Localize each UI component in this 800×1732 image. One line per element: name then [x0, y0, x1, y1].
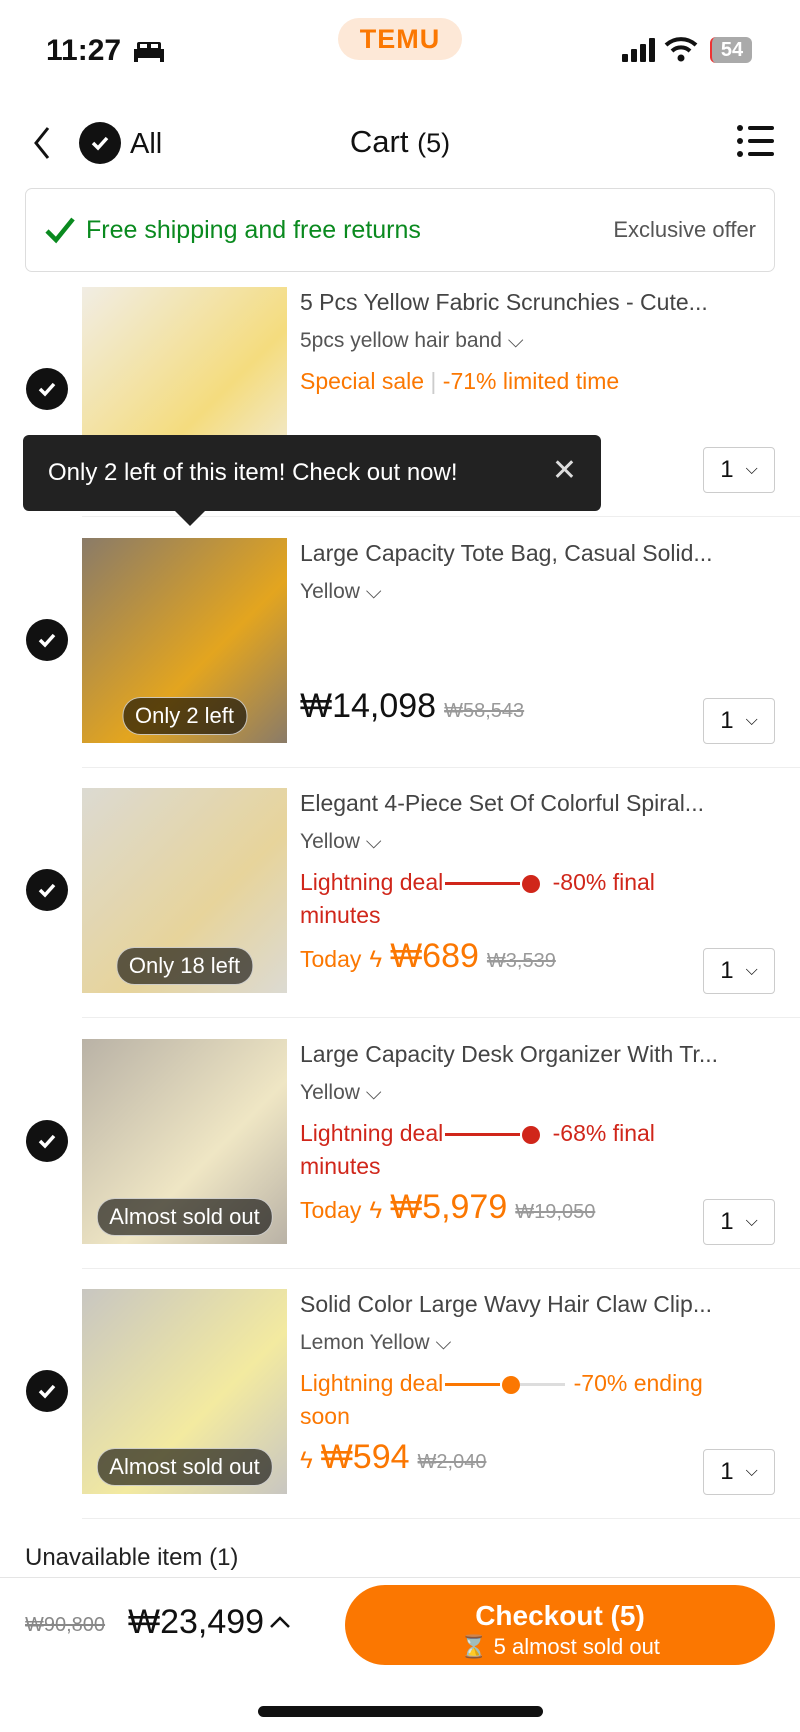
- current-price: ₩689: [390, 937, 479, 975]
- product-title[interactable]: Large Capacity Desk Organizer With Tr...: [300, 1041, 718, 1068]
- item-checkbox[interactable]: [26, 1120, 68, 1162]
- product-image[interactable]: Only 2 left: [82, 538, 287, 743]
- price-row: ₩14,098 ₩58,543: [300, 687, 524, 726]
- product-image[interactable]: Only 18 left: [82, 788, 287, 993]
- original-price: ₩19,050: [515, 1201, 596, 1223]
- lightning-icon: ϟ: [369, 1197, 383, 1224]
- chevron-down-icon: ⌵: [365, 580, 382, 603]
- lightning-deal-label: Lightning deal -70% ending soon: [300, 1370, 703, 1429]
- status-time: 11:27: [46, 34, 122, 67]
- stock-badge: Almost sold out: [96, 1448, 273, 1486]
- current-price: ₩594: [320, 1438, 410, 1476]
- divider: [82, 1518, 800, 1519]
- unavailable-items-header[interactable]: Unavailable item (1): [25, 1544, 238, 1572]
- chevron-down-icon: ⌵: [507, 329, 524, 352]
- signal-icon: [622, 38, 655, 62]
- check-icon: [38, 1384, 56, 1399]
- check-icon: [38, 633, 56, 648]
- stock-badge: Almost sold out: [96, 1198, 273, 1236]
- lightning-icon: ϟ: [369, 946, 383, 973]
- quantity-selector[interactable]: 1 ⌵: [703, 698, 775, 744]
- product-image[interactable]: Almost sold out: [82, 1039, 287, 1244]
- low-stock-tooltip: Only 2 left of this item! Check out now!…: [23, 435, 601, 526]
- product-image[interactable]: Almost sold out: [82, 1289, 287, 1494]
- product-title[interactable]: 5 Pcs Yellow Fabric Scrunchies - Cute...: [300, 289, 708, 316]
- chevron-down-icon: ⌵: [745, 712, 758, 729]
- original-price: ₩3,539: [486, 950, 556, 972]
- list-menu-icon[interactable]: [737, 124, 775, 158]
- divider: [0, 1577, 800, 1578]
- quantity-selector[interactable]: 1 ⌵: [703, 1199, 775, 1245]
- clock-icon: [522, 1125, 541, 1144]
- chevron-down-icon: ⌵: [745, 962, 758, 979]
- chevron-down-icon: ⌵: [745, 1213, 758, 1230]
- page-title: Cart (5): [349, 124, 451, 159]
- lightning-deal-label: Lightning deal -68% final minutes: [300, 1120, 655, 1179]
- lightning-deal-label: Lightning deal -80% final minutes: [300, 869, 655, 928]
- variant-selector[interactable]: Lemon Yellow ⌵: [300, 1331, 451, 1355]
- check-icon: [38, 883, 56, 898]
- product-title[interactable]: Large Capacity Tote Bag, Casual Solid...: [300, 540, 713, 567]
- hourglass-icon: ⌛: [460, 1634, 488, 1659]
- sleep-mode-icon: [134, 42, 164, 62]
- temu-logo: TEMU: [338, 18, 462, 60]
- chevron-down-icon: ⌵: [745, 461, 758, 478]
- item-checkbox[interactable]: [26, 619, 68, 661]
- variant-selector[interactable]: Yellow ⌵: [300, 830, 382, 854]
- item-checkbox[interactable]: [26, 368, 68, 410]
- item-checkbox[interactable]: [26, 1370, 68, 1412]
- stock-badge: Only 2 left: [121, 697, 248, 735]
- price-row: ϟ ₩594 ₩2,040: [300, 1438, 486, 1477]
- lightning-icon: ϟ: [300, 1447, 313, 1474]
- price-row: Today ϟ ₩5,979 ₩19,050: [300, 1188, 596, 1226]
- original-total: ₩90,800: [25, 1614, 106, 1636]
- product-title[interactable]: Elegant 4-Piece Set Of Colorful Spiral..…: [300, 790, 704, 817]
- chevron-down-icon: ⌵: [745, 1463, 758, 1480]
- deal-label: Special sale | -71% limited time: [300, 368, 620, 394]
- checkmark-icon: [45, 217, 75, 244]
- chevron-up-icon[interactable]: [268, 1614, 292, 1630]
- chevron-down-icon: ⌵: [365, 830, 382, 853]
- item-checkbox[interactable]: [26, 869, 68, 911]
- quantity-selector[interactable]: 1 ⌵: [703, 948, 775, 994]
- variant-selector[interactable]: Yellow ⌵: [300, 580, 382, 604]
- cart-item: Almost sold out Solid Color Large Wavy H…: [0, 1279, 800, 1529]
- variant-selector[interactable]: 5pcs yellow hair band ⌵: [300, 329, 524, 353]
- quantity-selector[interactable]: 1 ⌵: [703, 447, 775, 493]
- divider: [82, 1268, 800, 1269]
- original-price: ₩2,040: [417, 1451, 487, 1473]
- divider: [82, 767, 800, 768]
- chevron-down-icon: ⌵: [435, 1331, 452, 1354]
- checkout-button[interactable]: Checkout (5) ⌛ 5 almost sold out: [345, 1585, 775, 1665]
- original-price: ₩58,543: [444, 700, 525, 722]
- battery-icon: 54: [710, 37, 752, 63]
- clock-icon: [522, 874, 541, 893]
- check-icon: [38, 1134, 56, 1149]
- divider: [82, 1017, 800, 1018]
- current-price: ₩5,979: [390, 1188, 508, 1226]
- variant-selector[interactable]: Yellow ⌵: [300, 1081, 382, 1105]
- quantity-selector[interactable]: 1 ⌵: [703, 1449, 775, 1495]
- cart-item: Only 2 left Large Capacity Tote Bag, Cas…: [0, 528, 800, 778]
- product-title[interactable]: Solid Color Large Wavy Hair Claw Clip...: [300, 1291, 712, 1318]
- cart-item: Only 18 left Elegant 4-Piece Set Of Colo…: [0, 778, 800, 1028]
- chevron-down-icon: ⌵: [365, 1081, 382, 1104]
- current-price: ₩14,098: [300, 687, 437, 725]
- price-row: Today ϟ ₩689 ₩3,539: [300, 937, 556, 975]
- free-shipping-banner[interactable]: Free shipping and free returns Exclusive…: [25, 188, 775, 272]
- home-indicator: [258, 1706, 543, 1717]
- stock-badge: Only 18 left: [115, 947, 254, 985]
- cart-total[interactable]: ₩23,499: [128, 1603, 264, 1642]
- clock-icon: [502, 1375, 521, 1394]
- check-icon: [38, 382, 56, 397]
- close-icon[interactable]: ✕: [552, 453, 577, 488]
- wifi-icon: [664, 37, 698, 62]
- cart-item: Almost sold out Large Capacity Desk Orga…: [0, 1029, 800, 1279]
